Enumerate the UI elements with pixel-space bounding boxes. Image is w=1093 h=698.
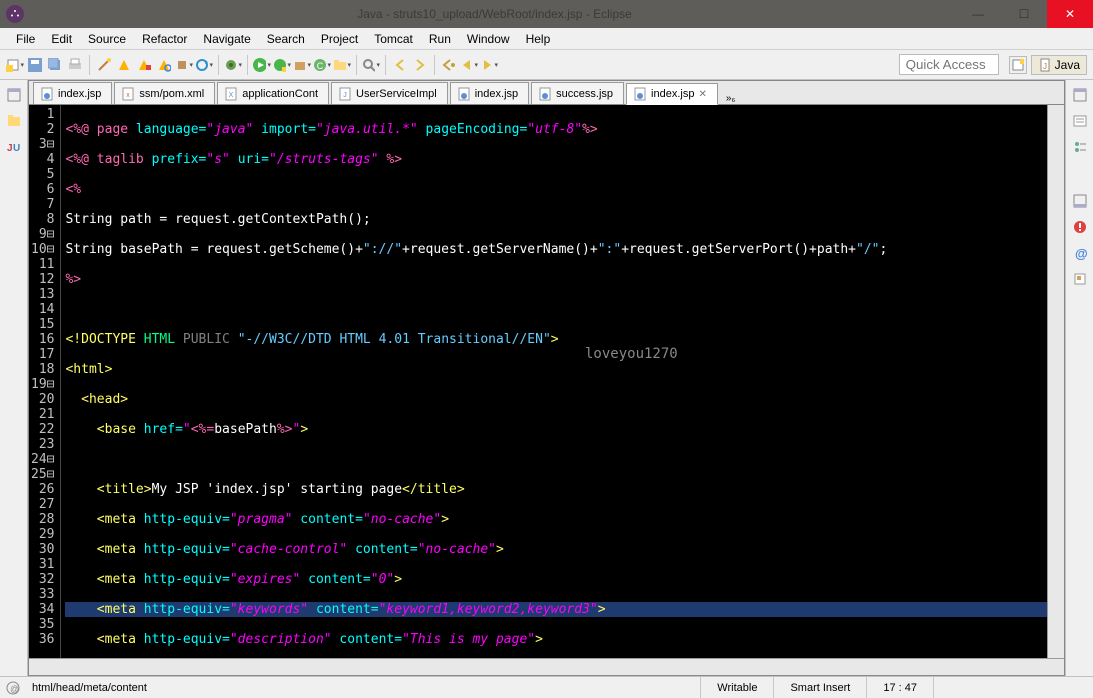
status-at-icon: @ <box>4 679 22 697</box>
status-path: html/head/meta/content <box>26 682 147 694</box>
code-editor[interactable]: <%@ page language="java" import="java.ut… <box>61 105 1047 658</box>
window-title: Java - struts10_upload/WebRoot/index.jsp… <box>34 7 955 21</box>
tab-success-jsp[interactable]: success.jsp <box>531 82 624 104</box>
menu-file[interactable]: File <box>8 29 43 49</box>
menu-navigate[interactable]: Navigate <box>195 29 258 49</box>
folder-icon[interactable] <box>333 56 351 74</box>
menu-tomcat[interactable]: Tomcat <box>366 29 421 49</box>
new-icon[interactable] <box>6 56 24 74</box>
status-bar: @ html/head/meta/content Writable Smart … <box>0 676 1093 698</box>
svg-text:x: x <box>127 92 131 99</box>
tab-overflow[interactable]: »₆ <box>720 93 742 104</box>
menu-source[interactable]: Source <box>80 29 134 49</box>
status-insert: Smart Insert <box>773 677 866 698</box>
declaration-icon[interactable] <box>1071 270 1089 288</box>
perspective-label: Java <box>1055 58 1080 72</box>
tomcat-stop-icon[interactable] <box>135 56 153 74</box>
tasklist-icon[interactable] <box>1071 112 1089 130</box>
package-explorer-icon[interactable] <box>5 112 23 130</box>
svg-text:X: X <box>229 92 234 99</box>
run-icon[interactable] <box>253 56 271 74</box>
menu-run[interactable]: Run <box>421 29 459 49</box>
horizontal-scrollbar[interactable] <box>29 658 1064 675</box>
problems-icon[interactable] <box>1071 218 1089 236</box>
tab-index-jsp-active[interactable]: index.jsp✕ <box>626 83 718 105</box>
right-trim: @ <box>1065 80 1093 676</box>
debug-icon[interactable] <box>224 56 242 74</box>
watermark: loveyou1270 <box>585 347 678 362</box>
build-icon[interactable] <box>175 56 193 74</box>
vertical-scrollbar[interactable] <box>1047 105 1064 658</box>
svg-text:@: @ <box>10 684 19 694</box>
editor-tabs: index.jsp xssm/pom.xml XapplicationCont … <box>29 81 1064 105</box>
save-icon[interactable] <box>26 56 44 74</box>
menu-search[interactable]: Search <box>259 29 313 49</box>
svg-text:U: U <box>13 143 20 154</box>
status-empty <box>933 677 1093 698</box>
back-icon[interactable] <box>460 56 478 74</box>
last-edit-icon[interactable] <box>440 56 458 74</box>
tab-index-jsp-2[interactable]: index.jsp <box>450 82 529 104</box>
outline-icon[interactable] <box>1071 138 1089 156</box>
svg-text:@: @ <box>1075 246 1087 260</box>
menu-refactor[interactable]: Refactor <box>134 29 195 49</box>
forward-icon[interactable] <box>480 56 498 74</box>
tomcat-restart-icon[interactable] <box>155 56 173 74</box>
tab-pom-xml[interactable]: xssm/pom.xml <box>114 82 215 104</box>
close-tab-icon[interactable]: ✕ <box>698 89 706 100</box>
line-numbers: 1 2 3⊟4 5 6 7 8 9⊟10⊟11 12 13 14 15 16 1… <box>29 105 61 658</box>
svg-text:C: C <box>317 61 324 71</box>
java-perspective-button[interactable]: J Java <box>1031 55 1087 75</box>
close-button[interactable]: ✕ <box>1047 0 1093 28</box>
junit-icon[interactable]: JU <box>5 138 23 156</box>
search-icon[interactable] <box>362 56 380 74</box>
prev-annotation-icon[interactable] <box>391 56 409 74</box>
status-writable: Writable <box>700 677 773 698</box>
toolbar: C J Java <box>0 50 1093 80</box>
next-annotation-icon[interactable] <box>411 56 429 74</box>
menu-window[interactable]: Window <box>459 29 518 49</box>
left-trim: JU <box>0 80 28 676</box>
app-icon <box>6 5 24 23</box>
wand-icon[interactable] <box>95 56 113 74</box>
tab-index-jsp-1[interactable]: index.jsp <box>33 82 112 104</box>
run-last-icon[interactable] <box>273 56 291 74</box>
menu-bar: File Edit Source Refactor Navigate Searc… <box>0 28 1093 50</box>
saveall-icon[interactable] <box>46 56 64 74</box>
svg-text:J: J <box>7 143 13 154</box>
restore-icon[interactable] <box>5 86 23 104</box>
javadoc-icon[interactable]: @ <box>1071 244 1089 262</box>
menu-project[interactable]: Project <box>313 29 366 49</box>
restore-bottom-icon[interactable] <box>1071 192 1089 210</box>
maximize-button[interactable]: ☐ <box>1001 0 1047 28</box>
svg-text:J: J <box>343 92 347 99</box>
status-position: 17 : 47 <box>866 677 933 698</box>
tab-userserviceimpl[interactable]: JUserServiceImpl <box>331 82 448 104</box>
title-bar: Java - struts10_upload/WebRoot/index.jsp… <box>0 0 1093 28</box>
refresh-icon[interactable] <box>195 56 213 74</box>
tab-applicationcontext[interactable]: XapplicationCont <box>217 82 329 104</box>
menu-edit[interactable]: Edit <box>43 29 80 49</box>
svg-text:J: J <box>1043 62 1047 71</box>
print-icon[interactable] <box>66 56 84 74</box>
package-icon[interactable] <box>293 56 311 74</box>
open-perspective-icon[interactable] <box>1009 56 1027 74</box>
quick-access-input[interactable] <box>899 54 999 75</box>
restore-right-icon[interactable] <box>1071 86 1089 104</box>
menu-help[interactable]: Help <box>518 29 559 49</box>
class-icon[interactable]: C <box>313 56 331 74</box>
tomcat-start-icon[interactable] <box>115 56 133 74</box>
minimize-button[interactable]: — <box>955 0 1001 28</box>
